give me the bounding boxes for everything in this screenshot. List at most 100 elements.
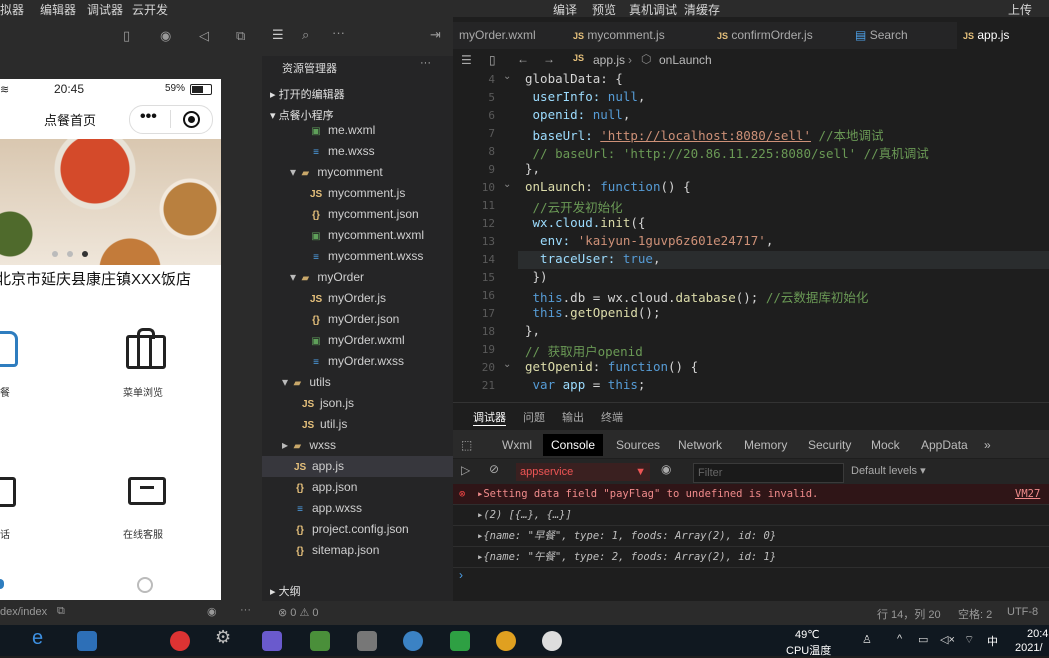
order-icon[interactable] <box>0 331 18 367</box>
tree-file[interactable]: JS myOrder.js <box>262 288 453 309</box>
devtab-appdata[interactable]: AppData <box>921 438 968 452</box>
tree-folder[interactable]: ▾ ▰ mycomment <box>262 162 453 183</box>
eye-icon[interactable]: ◉ <box>207 605 217 618</box>
console-log-row[interactable]: ▸(2) [{…}, {…}] <box>453 505 1049 526</box>
preview-button[interactable]: 预览 <box>592 1 616 18</box>
app-icon[interactable] <box>357 631 377 651</box>
network-icon[interactable]: ⌔ <box>964 633 974 647</box>
volume-icon[interactable]: ◁× <box>940 633 955 646</box>
encoding[interactable]: UTF-8 <box>1007 606 1038 618</box>
tree-folder[interactable]: ▸ ▰ wxss <box>262 435 453 456</box>
wechat-devtools-icon[interactable] <box>450 631 470 651</box>
clear-cache-button[interactable]: 清缓存 <box>684 1 720 18</box>
log-source-link[interactable]: VM27 <box>1015 484 1040 504</box>
tab-search[interactable]: ▤ Search <box>849 22 953 49</box>
compile-button[interactable]: 编译 <box>553 1 577 18</box>
menu-debugger[interactable]: 调试器 <box>87 1 123 18</box>
grid-label-order[interactable]: 餐 <box>0 384 10 399</box>
menu-simulator[interactable]: 拟器 <box>0 1 24 18</box>
tree-folder[interactable]: ▾ ▰ myOrder <box>262 267 453 288</box>
battery-tray-icon[interactable]: ▭ <box>918 633 928 646</box>
breadcrumb-file[interactable]: app.js <box>593 53 625 67</box>
editor-app-icon[interactable] <box>310 631 330 651</box>
devtab-sources[interactable]: Sources <box>616 438 660 452</box>
explorer-more-icon[interactable]: ··· <box>420 57 431 69</box>
capsule-menu[interactable]: ••• <box>129 105 213 134</box>
tab-terminal[interactable]: 终端 <box>601 409 623 425</box>
fold-icon[interactable]: ⌄ <box>503 179 511 190</box>
fold-icon[interactable]: ⌄ <box>503 71 511 82</box>
sidebar-toggle-icon[interactable]: ▷ <box>461 463 470 477</box>
chrome-icon[interactable] <box>496 631 516 651</box>
outline-section[interactable]: ▸ 大纲 <box>270 583 301 599</box>
window-icon[interactable]: ⧉ <box>236 28 245 44</box>
grid-label-support[interactable]: 在线客服 <box>123 526 163 541</box>
more-icon[interactable]: ··· <box>240 604 251 616</box>
more-dots-icon[interactable]: ••• <box>140 108 157 126</box>
tree-file[interactable]: ▣ myOrder.wxml <box>262 330 453 351</box>
tab-debugger[interactable]: 调试器 <box>473 409 506 426</box>
devtab-network[interactable]: Network <box>678 438 722 452</box>
chevron-icon[interactable]: ▾ <box>290 165 299 179</box>
console-log-row[interactable]: ▸{name: "早餐", type: 1, foods: Array(2), … <box>453 526 1049 547</box>
clock-time[interactable]: 20:4 <box>1027 628 1048 640</box>
user-icon[interactable] <box>137 577 153 593</box>
open-editors-section[interactable]: ▸ 打开的编辑器 <box>270 86 345 102</box>
phone-call-icon[interactable] <box>0 477 16 507</box>
record-icon[interactable]: ◉ <box>160 28 171 44</box>
tab-app-js[interactable]: JS app.js <box>957 22 1049 49</box>
tree-file[interactable]: ▣ mycomment.wxml <box>262 225 453 246</box>
tab-myorder-wxml[interactable]: myOrder.wxml <box>453 22 567 49</box>
upload-button[interactable]: 上传 <box>1008 1 1032 18</box>
tree-folder[interactable]: ▾ ▰ utils <box>262 372 453 393</box>
close-miniprogram-icon[interactable] <box>183 111 200 128</box>
log-levels-select[interactable]: Default levels ▾ <box>851 464 926 477</box>
tree-file[interactable]: {} project.config.json <box>262 519 453 540</box>
app-icon[interactable] <box>262 631 282 651</box>
tree-file[interactable]: {} mycomment.json <box>262 204 453 225</box>
tree-file[interactable]: ▣ me.wxml <box>262 120 453 141</box>
chevron-icon[interactable]: ▾ <box>282 375 291 389</box>
tree-file[interactable]: ≡ mycomment.wxss <box>262 246 453 267</box>
devtab-mock[interactable]: Mock <box>871 438 900 452</box>
tree-file[interactable]: JS app.js <box>262 456 453 477</box>
error-count[interactable]: ⊗ 0 ⚠ 0 <box>278 606 319 619</box>
console-log-row[interactable]: ▸{name: "午餐", type: 2, foods: Array(2), … <box>453 547 1049 568</box>
copy-icon[interactable]: ⧉ <box>57 605 65 618</box>
grid-label-menu-browse[interactable]: 菜单浏览 <box>123 384 163 399</box>
cursor-position[interactable]: 行 14，列 20 <box>877 606 941 622</box>
tab-problems[interactable]: 问题 <box>523 409 545 425</box>
page-path[interactable]: dex/index <box>0 606 47 618</box>
tray-arrow-icon[interactable]: ^ <box>897 633 902 645</box>
more-tabs-icon[interactable]: » <box>984 438 991 452</box>
collapse-panel-icon[interactable]: ⇥ <box>430 27 441 43</box>
people-icon[interactable]: ♙ <box>862 633 872 646</box>
code-editor[interactable]: 4 5 6 7 8 9 10 11 12 13 14 15 16 17 18 19 20 21 globalDat… <box>453 71 1049 401</box>
idea-icon[interactable] <box>77 631 97 651</box>
home-tab-icon[interactable] <box>0 579 4 589</box>
grid-label-call[interactable]: 话 <box>0 526 10 541</box>
sound-icon[interactable]: ◁ <box>199 28 209 44</box>
devtab-console[interactable]: Console <box>543 434 603 456</box>
menu-editor[interactable]: 编辑器 <box>40 1 76 18</box>
tree-file[interactable]: JS util.js <box>262 414 453 435</box>
console-filter-input[interactable]: Filter <box>693 463 844 483</box>
clear-console-icon[interactable]: ⊘ <box>489 462 499 476</box>
list-icon[interactable]: ☰ <box>272 27 284 43</box>
tree-file[interactable]: ≡ myOrder.wxss <box>262 351 453 372</box>
bookmark-icon[interactable]: ▯ <box>489 53 496 67</box>
tree-file[interactable]: {} sitemap.json <box>262 540 453 561</box>
tab-confirmorder-js[interactable]: JS confirmOrder.js <box>711 22 849 49</box>
clock-date[interactable]: 2021/ <box>1015 642 1043 654</box>
chat-icon[interactable] <box>542 631 562 651</box>
chat-bubble-icon[interactable] <box>128 477 166 505</box>
devtab-wxml[interactable]: Wxml <box>502 438 532 452</box>
tree-file[interactable]: {} myOrder.json <box>262 309 453 330</box>
tab-mycomment-js[interactable]: JS mycomment.js <box>567 22 711 49</box>
chevron-icon[interactable]: ▸ <box>282 438 291 452</box>
menu-cloud[interactable]: 云开发 <box>132 1 168 18</box>
search-icon[interactable]: ⌕ <box>302 27 309 43</box>
devtab-security[interactable]: Security <box>808 438 851 452</box>
more-icon[interactable]: ··· <box>332 25 345 40</box>
tree-file[interactable]: ≡ app.wxss <box>262 498 453 519</box>
